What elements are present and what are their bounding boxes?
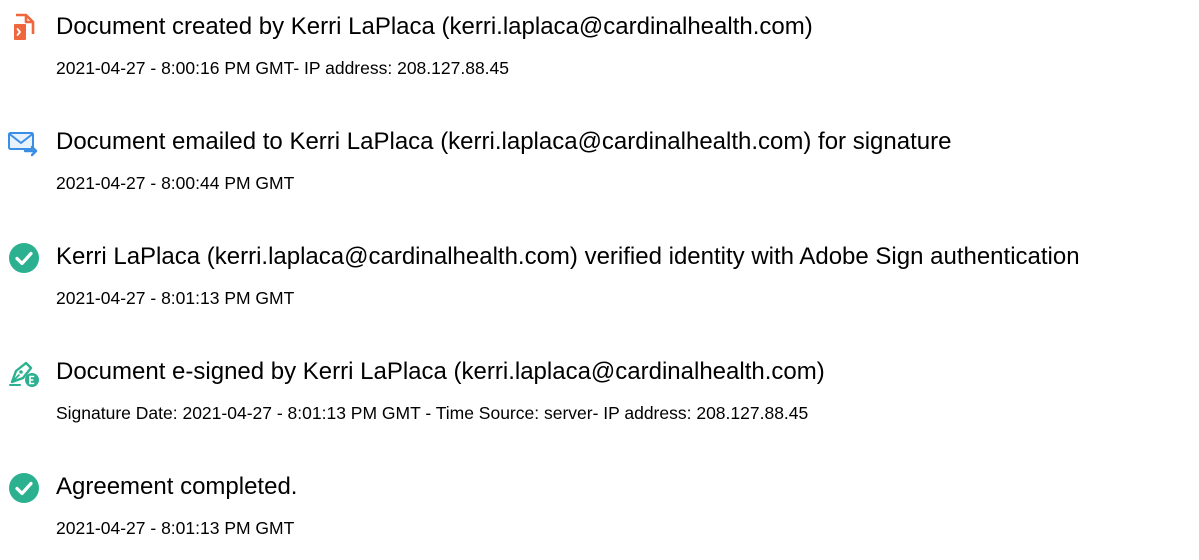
- audit-event-completed: Agreement completed. 2021-04-27 - 8:01:1…: [0, 460, 1199, 560]
- audit-event-esigned: Document e-signed by Kerri LaPlaca (kerr…: [0, 345, 1199, 445]
- event-meta: Signature Date: 2021-04-27 - 8:01:13 PM …: [56, 403, 809, 423]
- event-title: Kerri LaPlaca (kerri.laplaca@cardinalhea…: [56, 243, 1080, 270]
- event-title: Document e-signed by Kerri LaPlaca (kerr…: [56, 358, 825, 385]
- check-circle-icon: [6, 470, 42, 506]
- email-forward-icon: [6, 125, 42, 161]
- audit-event-verified: Kerri LaPlaca (kerri.laplaca@cardinalhea…: [0, 230, 1199, 330]
- event-meta: 2021-04-27 - 8:00:44 PM GMT: [56, 173, 295, 193]
- document-created-icon: [6, 10, 42, 46]
- event-title: Document emailed to Kerri LaPlaca (kerri…: [56, 128, 952, 155]
- event-title: Agreement completed.: [56, 473, 298, 500]
- event-meta: 2021-04-27 - 8:01:13 PM GMT: [56, 518, 295, 538]
- audit-event-emailed: Document emailed to Kerri LaPlaca (kerri…: [0, 115, 1199, 215]
- event-meta: 2021-04-27 - 8:00:16 PM GMT- IP address:…: [56, 58, 510, 78]
- event-meta: 2021-04-27 - 8:01:13 PM GMT: [56, 288, 295, 308]
- event-title: Document created by Kerri LaPlaca (kerri…: [56, 13, 813, 40]
- check-circle-icon: [6, 240, 42, 276]
- audit-event-created: Document created by Kerri LaPlaca (kerri…: [0, 0, 1199, 100]
- pen-esign-icon: [6, 355, 42, 391]
